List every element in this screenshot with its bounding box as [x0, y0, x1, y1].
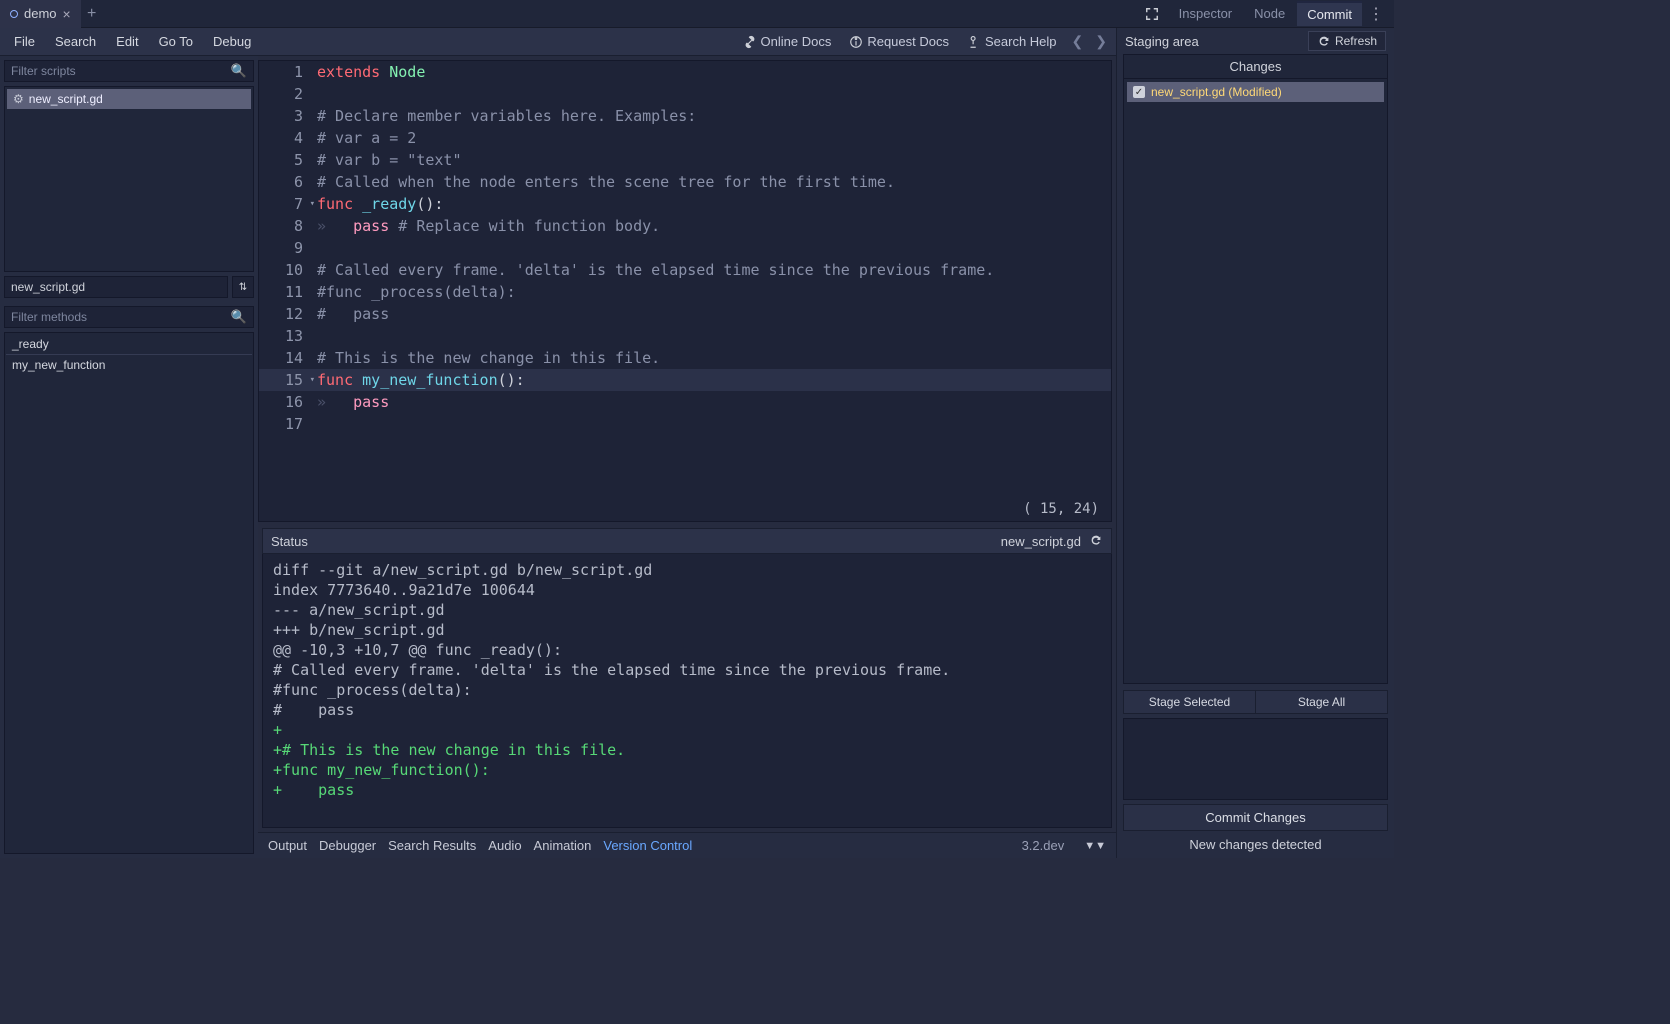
- cursor-position: ( 15, 24): [259, 497, 1111, 521]
- nav-forward-icon[interactable]: ❯: [1092, 33, 1110, 50]
- code-line[interactable]: 7▾func _ready():: [259, 193, 1111, 215]
- changes-list: Changes ✓ new_script.gd (Modified): [1123, 54, 1388, 684]
- commit-message-input[interactable]: [1123, 718, 1388, 800]
- code-line[interactable]: 16» pass: [259, 391, 1111, 413]
- link-icon: [743, 35, 757, 49]
- refresh-icon: [1317, 34, 1331, 48]
- changes-title: Changes: [1124, 55, 1387, 79]
- script-path-row: new_script.gd ⇅: [4, 276, 254, 298]
- search-help-button[interactable]: Search Help: [961, 30, 1063, 53]
- code-line[interactable]: 3# Declare member variables here. Exampl…: [259, 105, 1111, 127]
- tab-animation[interactable]: Animation: [534, 838, 592, 853]
- right-dock-tabbar: Inspector Node Commit ⋮: [1167, 0, 1394, 28]
- code-line[interactable]: 8» pass # Replace with function body.: [259, 215, 1111, 237]
- script-menubar: File Search Edit Go To Debug Online Docs…: [0, 28, 1116, 56]
- refresh-button[interactable]: Refresh: [1308, 31, 1386, 51]
- scene-tab-label: demo: [24, 6, 57, 21]
- diff-file-label: new_script.gd: [1001, 534, 1081, 549]
- nav-back-icon[interactable]: ❮: [1069, 33, 1087, 50]
- change-item[interactable]: ✓ new_script.gd (Modified): [1127, 82, 1384, 102]
- menu-debug[interactable]: Debug: [205, 30, 259, 53]
- scene-icon: [10, 10, 18, 18]
- close-icon[interactable]: ×: [63, 6, 71, 22]
- staging-area-label: Staging area: [1125, 34, 1199, 49]
- menu-edit[interactable]: Edit: [108, 30, 146, 53]
- code-line[interactable]: 4# var a = 2: [259, 127, 1111, 149]
- tab-commit[interactable]: Commit: [1297, 1, 1362, 26]
- change-item-label: new_script.gd (Modified): [1151, 85, 1282, 99]
- method-item[interactable]: my_new_function: [6, 355, 252, 375]
- version-label: 3.2.dev: [1022, 838, 1065, 853]
- scene-tab[interactable]: demo ×: [0, 0, 81, 28]
- code-line[interactable]: 15▾func my_new_function():: [259, 369, 1111, 391]
- info-icon: [849, 35, 863, 49]
- tab-inspector[interactable]: Inspector: [1169, 2, 1242, 25]
- menu-search[interactable]: Search: [47, 30, 104, 53]
- bottom-panel-tabs: Output Debugger Search Results Audio Ani…: [258, 832, 1116, 858]
- sort-icon[interactable]: ⇅: [232, 276, 254, 298]
- search-icon: 🔍: [231, 63, 247, 79]
- script-item-label: new_script.gd: [29, 92, 103, 106]
- search-icon: 🔍: [231, 309, 247, 325]
- filter-methods-box[interactable]: 🔍: [4, 306, 254, 328]
- filter-methods-input[interactable]: [11, 310, 231, 324]
- script-list-item[interactable]: ⚙ new_script.gd: [7, 89, 251, 109]
- dock-menu-icon[interactable]: ⋮: [1364, 4, 1388, 24]
- reload-icon[interactable]: [1089, 533, 1103, 550]
- tab-debugger[interactable]: Debugger: [319, 838, 376, 853]
- code-editor[interactable]: 1extends Node23# Declare member variable…: [258, 60, 1112, 522]
- request-docs-button[interactable]: Request Docs: [843, 30, 955, 53]
- code-line[interactable]: 11#func _process(delta):: [259, 281, 1111, 303]
- method-item[interactable]: _ready: [6, 334, 252, 355]
- code-line[interactable]: 2: [259, 83, 1111, 105]
- distraction-free-icon[interactable]: [1145, 7, 1159, 21]
- menu-file[interactable]: File: [6, 30, 43, 53]
- menu-goto[interactable]: Go To: [151, 30, 201, 53]
- commit-status-label: New changes detected: [1117, 831, 1394, 858]
- tab-node[interactable]: Node: [1244, 2, 1295, 25]
- tab-audio[interactable]: Audio: [488, 838, 521, 853]
- method-list: _ready my_new_function: [4, 332, 254, 854]
- code-line[interactable]: 6# Called when the node enters the scene…: [259, 171, 1111, 193]
- code-line[interactable]: 5# var b = "text": [259, 149, 1111, 171]
- filter-scripts-box[interactable]: 🔍: [4, 60, 254, 82]
- code-line[interactable]: 1extends Node: [259, 61, 1111, 83]
- scene-tab-bar: demo × + Inspector Node Commit ⋮: [0, 0, 1394, 28]
- script-sidebar: 🔍 ⚙ new_script.gd new_script.gd ⇅ 🔍: [0, 56, 258, 858]
- diff-panel: Status new_script.gd diff --git a/new_sc…: [262, 528, 1112, 828]
- check-icon: ✓: [1133, 86, 1145, 98]
- commit-button[interactable]: Commit Changes: [1123, 804, 1388, 831]
- script-path-box[interactable]: new_script.gd: [4, 276, 228, 298]
- code-line[interactable]: 13: [259, 325, 1111, 347]
- diff-status-label: Status: [271, 534, 308, 549]
- tab-output[interactable]: Output: [268, 838, 307, 853]
- tab-version-control[interactable]: Version Control: [603, 838, 692, 853]
- diff-body[interactable]: diff --git a/new_script.gd b/new_script.…: [262, 554, 1112, 828]
- help-icon: [967, 35, 981, 49]
- tab-search-results[interactable]: Search Results: [388, 838, 476, 853]
- commit-dock: Staging area Refresh Changes ✓ new_scrip…: [1116, 28, 1394, 858]
- stage-all-button[interactable]: Stage All: [1256, 690, 1388, 714]
- add-tab-button[interactable]: +: [81, 5, 103, 23]
- code-line[interactable]: 9: [259, 237, 1111, 259]
- filter-scripts-input[interactable]: [11, 64, 231, 78]
- online-docs-button[interactable]: Online Docs: [737, 30, 838, 53]
- code-line[interactable]: 14# This is the new change in this file.: [259, 347, 1111, 369]
- code-line[interactable]: 10# Called every frame. 'delta' is the e…: [259, 259, 1111, 281]
- stage-selected-button[interactable]: Stage Selected: [1123, 690, 1256, 714]
- collapse-panel-icon[interactable]: ▼▼: [1084, 840, 1106, 852]
- code-line[interactable]: 17: [259, 413, 1111, 435]
- code-line[interactable]: 12# pass: [259, 303, 1111, 325]
- script-icon: ⚙: [13, 92, 24, 106]
- script-list: ⚙ new_script.gd: [4, 86, 254, 272]
